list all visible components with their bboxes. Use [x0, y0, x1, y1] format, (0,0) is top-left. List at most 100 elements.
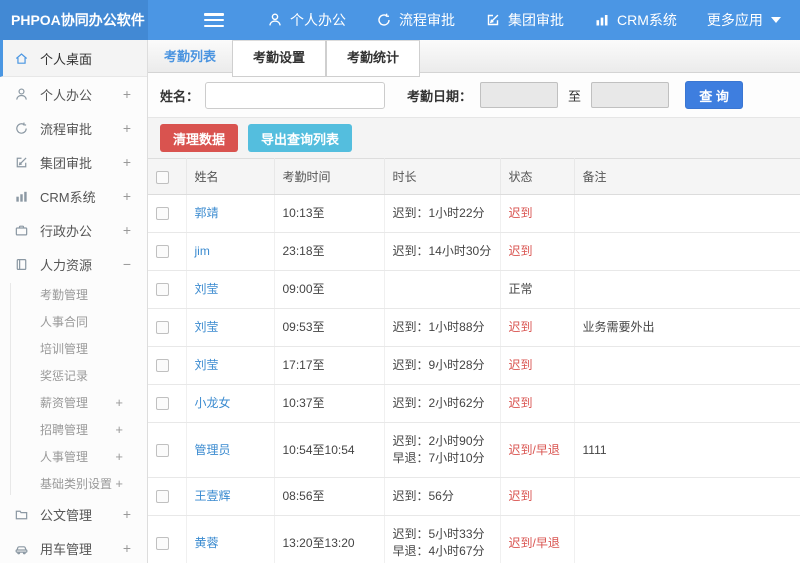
sidebar: 个人桌面 个人办公 + 流程审批 + 集团审批 + CRM系统 + 行政办公 +… [0, 40, 148, 563]
row-checkbox[interactable] [156, 283, 169, 297]
submenu-item-attendance-mgmt[interactable]: 考勤管理 [0, 281, 147, 308]
status-badge: 迟到 [508, 396, 533, 410]
sidebar-item-hr[interactable]: 人力资源 − [0, 247, 147, 281]
duration-cell: 迟到：56分 [384, 477, 501, 516]
row-checkbox[interactable] [156, 443, 169, 457]
submenu-item-label: 人事合同 [40, 315, 89, 329]
refresh-icon [378, 13, 390, 26]
search-button[interactable]: 查 询 [685, 81, 744, 109]
attendance-time: 10:37至 [274, 384, 385, 423]
employee-name-link[interactable]: 黄蓉 [195, 536, 219, 550]
sidebar-item-group-approval[interactable]: 集团审批 + [0, 145, 147, 179]
topnav-workflow-approval[interactable]: 流程审批 [361, 0, 470, 40]
employee-name-link[interactable]: 刘莹 [195, 282, 219, 296]
status-badge: 迟到/早退 [508, 442, 560, 457]
row-checkbox[interactable] [156, 207, 169, 221]
attendance-time: 17:17至 [274, 346, 385, 385]
expand-plus-icon[interactable]: + [123, 120, 131, 136]
table-row: 小龙女 10:37至 迟到：2小时62分 迟到 [148, 384, 800, 423]
row-checkbox[interactable] [156, 490, 169, 504]
expand-plus-icon[interactable]: + [115, 449, 123, 464]
attendance-time: 08:56至 [274, 477, 385, 516]
table-row: 王壹辉 08:56至 迟到：56分 迟到 [148, 477, 800, 516]
sidebar-item-vehicle-mgmt[interactable]: 用车管理 + [0, 531, 147, 563]
employee-name-link[interactable]: 小龙女 [195, 396, 231, 410]
tab-attendance-settings[interactable]: 考勤设置 [232, 40, 327, 77]
employee-name-link[interactable]: 管理员 [195, 443, 231, 457]
book-icon [16, 258, 27, 270]
main-panel: 考勤列表 考勤设置 考勤统计 姓名： 考勤日期： 至 查 询 清理数据 导出查询… [148, 40, 800, 563]
topnav-personal-office[interactable]: 个人办公 [252, 0, 361, 40]
sidebar-item-workflow-approval[interactable]: 流程审批 + [0, 111, 147, 145]
submenu-item-hr-contract[interactable]: 人事合同 [0, 308, 147, 335]
submenu-item-reward-punish[interactable]: 奖惩记录 [0, 362, 147, 389]
date-to-input[interactable] [591, 82, 670, 108]
employee-name-link[interactable]: 郭靖 [195, 206, 219, 220]
note-cell [574, 346, 800, 385]
sidebar-item-label: CRM系统 [40, 189, 96, 205]
top-nav: 个人办公 流程审批 集团审批 CRM系统 更多应用 [252, 0, 796, 40]
tab-attendance-list[interactable]: 考勤列表 [148, 40, 232, 73]
employee-name-link[interactable]: 刘莹 [195, 358, 219, 372]
collapse-minus-icon[interactable]: − [123, 256, 131, 272]
expand-plus-icon[interactable]: + [123, 506, 131, 522]
edit-icon [16, 156, 27, 167]
employee-name-link[interactable]: jim [195, 244, 210, 258]
expand-plus-icon[interactable]: + [115, 422, 123, 437]
status-badge: 迟到 [508, 489, 533, 503]
sidebar-item-admin-office[interactable]: 行政办公 + [0, 213, 147, 247]
clean-data-button[interactable]: 清理数据 [160, 124, 239, 152]
row-checkbox[interactable] [156, 321, 169, 335]
name-input[interactable] [205, 81, 386, 109]
expand-plus-icon[interactable]: + [123, 188, 131, 204]
duration-cell: 迟到：2小时90分 早退：7小时10分 [384, 422, 501, 478]
tab-attendance-stats[interactable]: 考勤统计 [326, 40, 421, 77]
submenu-item-salary-mgmt[interactable]: 薪资管理 + [0, 389, 147, 416]
topnav-more-apps[interactable]: 更多应用 [692, 0, 796, 40]
submenu-item-label: 薪资管理 [40, 396, 89, 410]
table-row: 郭靖 10:13至 迟到：1小时22分 迟到 [148, 194, 800, 233]
attendance-time: 10:13至 [274, 194, 385, 233]
tab-bar: 考勤列表 考勤设置 考勤统计 [148, 40, 800, 77]
duration-cell: 迟到：1小时88分 [384, 308, 501, 347]
expand-plus-icon[interactable]: + [123, 222, 131, 238]
attendance-time: 10:54至10:54 [274, 422, 385, 478]
table-row: jim 23:18至 迟到：14小时30分 迟到 [148, 232, 800, 271]
sidebar-item-label: 用车管理 [40, 541, 93, 557]
submenu-item-label: 奖惩记录 [40, 369, 89, 383]
hr-submenu: 考勤管理 人事合同 培训管理 奖惩记录 薪资管理 + 招聘管理 + 人事管理 +… [0, 281, 147, 497]
row-checkbox[interactable] [156, 536, 169, 550]
expand-plus-icon[interactable]: + [115, 476, 123, 491]
select-all-checkbox[interactable] [156, 170, 169, 184]
app-logo: PHPOA协同办公软件 [0, 0, 148, 40]
attendance-table: 姓名 考勤时间 时长 状态 备注 郭靖 10:13至 迟到：1小时22分 迟到 … [148, 158, 800, 563]
expand-plus-icon[interactable]: + [115, 395, 123, 410]
row-checkbox[interactable] [156, 359, 169, 373]
sidebar-item-label: 流程审批 [40, 121, 93, 137]
topnav-group-approval[interactable]: 集团审批 [470, 0, 579, 40]
expand-plus-icon[interactable]: + [123, 86, 131, 102]
row-checkbox[interactable] [156, 245, 169, 259]
submenu-item-base-category[interactable]: 基础类别设置 + [0, 470, 147, 497]
submenu-item-personnel-mgmt[interactable]: 人事管理 + [0, 443, 147, 470]
note-cell [574, 384, 800, 423]
submenu-item-recruit-mgmt[interactable]: 招聘管理 + [0, 416, 147, 443]
note-cell [574, 477, 800, 516]
sidebar-item-label: 个人桌面 [40, 51, 93, 67]
date-from-input[interactable] [480, 82, 559, 108]
row-checkbox[interactable] [156, 397, 169, 411]
sidebar-item-personal-office[interactable]: 个人办公 + [0, 77, 147, 111]
sidebar-item-document-mgmt[interactable]: 公文管理 + [0, 497, 147, 531]
sidebar-item-crm[interactable]: CRM系统 + [0, 179, 147, 213]
sidebar-item-personal-desktop[interactable]: 个人桌面 [0, 40, 147, 77]
employee-name-link[interactable]: 王壹辉 [195, 489, 231, 503]
expand-plus-icon[interactable]: + [123, 540, 131, 556]
menu-toggle-icon[interactable] [204, 13, 224, 27]
bar-chart-icon [596, 15, 608, 26]
topnav-crm[interactable]: CRM系统 [579, 0, 692, 40]
employee-name-link[interactable]: 刘莹 [195, 320, 219, 334]
submenu-item-training-mgmt[interactable]: 培训管理 [0, 335, 147, 362]
expand-plus-icon[interactable]: + [123, 154, 131, 170]
export-list-button[interactable]: 导出查询列表 [248, 124, 353, 152]
car-icon [15, 545, 28, 554]
